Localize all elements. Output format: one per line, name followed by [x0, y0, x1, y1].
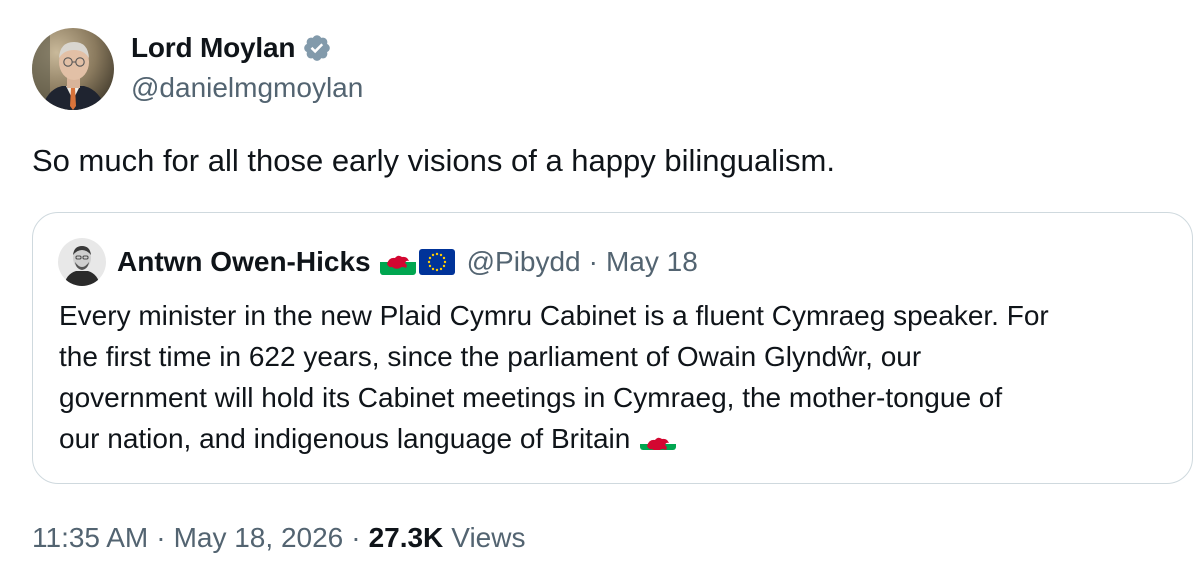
quoted-text-line: government will hold its Cabinet meeting… — [59, 382, 1003, 413]
quoted-text-line-content: our nation, and indigenous language of B… — [59, 423, 631, 454]
verified-badge-icon[interactable] — [302, 33, 332, 63]
tweet-card: Lord Moylan @danielmgmoylan So much for … — [0, 0, 1200, 580]
tweet-meta: 11:35 AM · May 18, 2026 · 27.3K Views — [32, 518, 525, 558]
quoted-author-name[interactable]: Antwn Owen-Hicks — [117, 246, 371, 278]
views-count[interactable]: 27.3K — [369, 522, 444, 553]
quoted-author-avatar[interactable] — [58, 238, 106, 286]
separator-dot: · — [588, 246, 598, 277]
quoted-text-line-last: our nation, and indigenous language of B… — [59, 418, 1179, 459]
quoted-tweet-header: Antwn Owen-Hicks @Pibydd · May 18 — [117, 241, 698, 283]
author-name-row: Lord Moylan — [131, 28, 363, 68]
eu-flag-icon — [418, 249, 455, 275]
quoted-tweet-date[interactable]: May 18 — [606, 246, 698, 278]
wales-flag-icon — [379, 249, 416, 275]
separator-dot: · — [156, 522, 166, 553]
quoted-text-line: Every minister in the new Plaid Cymru Ca… — [59, 300, 1049, 331]
quoted-text-line: the first time in 622 years, since the p… — [59, 341, 922, 372]
quoted-tweet-text: Every minister in the new Plaid Cymru Ca… — [59, 295, 1179, 459]
wales-flag-icon — [640, 426, 677, 450]
quoted-tweet[interactable]: Antwn Owen-Hicks @Pibydd · May 18 Every … — [32, 212, 1193, 484]
quoted-author-handle[interactable]: @Pibydd — [467, 246, 581, 278]
views-label: Views — [451, 522, 526, 553]
author-avatar[interactable] — [32, 28, 114, 110]
author-block: Lord Moylan @danielmgmoylan — [131, 28, 363, 106]
tweet-time[interactable]: 11:35 AM — [32, 522, 148, 553]
author-handle[interactable]: @danielmgmoylan — [131, 70, 363, 106]
author-name[interactable]: Lord Moylan — [131, 32, 295, 64]
separator-dot: · — [351, 522, 361, 553]
tweet-text: So much for all those early visions of a… — [32, 143, 835, 178]
tweet-date[interactable]: May 18, 2026 — [174, 522, 344, 553]
